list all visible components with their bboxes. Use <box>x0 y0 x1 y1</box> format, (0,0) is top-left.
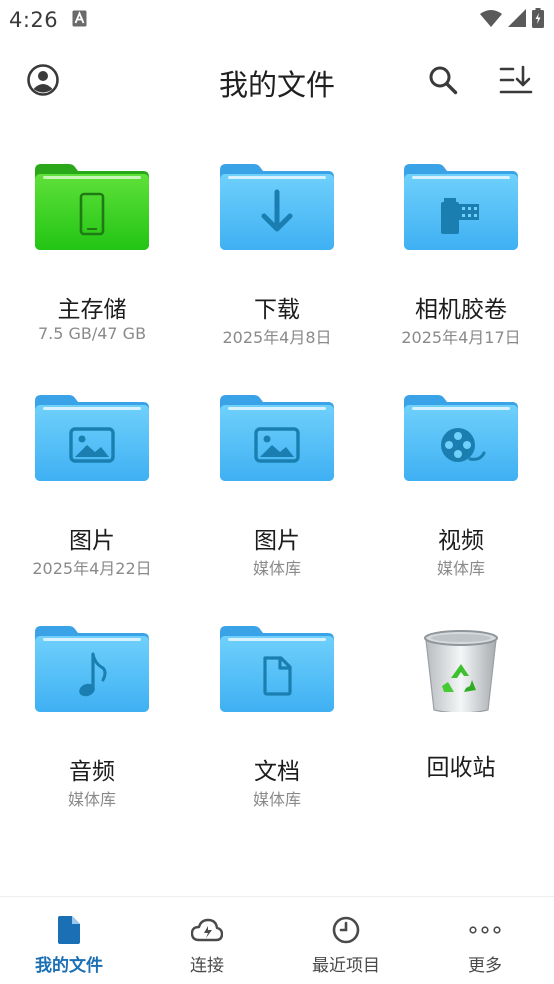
search-button[interactable] <box>423 60 463 100</box>
folder-downloads[interactable]: 下载 2025年4月8日 <box>185 150 369 350</box>
nav-my-files[interactable]: 我的文件 <box>0 897 138 984</box>
folder-name: 图片 <box>69 528 115 554</box>
app-header: 我的文件 <box>0 40 554 120</box>
folder-name: 文档 <box>254 759 300 785</box>
folder-name: 主存储 <box>57 297 127 323</box>
battery-icon <box>532 8 544 28</box>
folder-name: 相机胶卷 <box>415 297 507 323</box>
image-folder-icon <box>35 395 149 481</box>
nav-label: 我的文件 <box>35 956 103 976</box>
folder-subtitle: 2025年4月22日 <box>32 559 152 578</box>
notification-icon <box>72 10 87 31</box>
wifi-icon <box>480 10 502 27</box>
download-folder-icon <box>220 164 334 250</box>
nav-recent[interactable]: 最近项目 <box>277 897 415 984</box>
folder-subtitle: 媒体库 <box>252 559 301 578</box>
sort-icon <box>499 65 533 94</box>
status-bar: 4:26 <box>0 0 554 40</box>
folder-pictures-library[interactable]: 图片 媒体库 <box>185 381 369 581</box>
more-icon <box>465 913 505 947</box>
status-time: 4:26 <box>9 8 59 32</box>
folder-name: 回收站 <box>426 755 496 781</box>
folder-subtitle: 7.5 GB/47 GB <box>37 324 147 343</box>
phone-folder-icon <box>35 164 149 250</box>
file-icon <box>49 913 89 947</box>
signal-icon <box>508 9 526 27</box>
folder-subtitle: 媒体库 <box>67 790 116 809</box>
sort-button[interactable] <box>496 60 536 100</box>
folder-subtitle: 2025年4月17日 <box>401 328 521 347</box>
video-folder-icon <box>404 395 518 481</box>
folder-subtitle: 媒体库 <box>436 559 485 578</box>
folder-audio[interactable]: 音频 媒体库 <box>0 612 184 812</box>
search-icon <box>429 66 458 95</box>
nav-label: 更多 <box>468 956 502 976</box>
status-icons <box>480 8 544 28</box>
folder-name: 下载 <box>254 297 300 323</box>
document-folder-icon <box>220 626 334 712</box>
image-folder-icon <box>220 395 334 481</box>
folder-subtitle: 媒体库 <box>252 790 301 809</box>
music-folder-icon <box>35 626 149 712</box>
folder-pictures[interactable]: 图片 2025年4月22日 <box>0 381 184 581</box>
folder-subtitle: 2025年4月8日 <box>222 328 332 347</box>
camera-roll-folder-icon <box>404 164 518 250</box>
folder-camera-roll[interactable]: 相机胶卷 2025年4月17日 <box>369 150 553 350</box>
folder-videos[interactable]: 视频 媒体库 <box>369 381 553 581</box>
folder-recycle-bin[interactable]: 回收站 <box>369 612 553 812</box>
cloud-icon <box>187 913 227 947</box>
my-files-screen: 4:26 我的文件 主存储 7.5 GB/47 GB 下载 2025年4月8日 … <box>0 0 554 984</box>
recycle-bin-icon <box>424 630 498 712</box>
nav-label: 连接 <box>190 956 224 976</box>
folder-name: 视频 <box>438 528 484 554</box>
clock-icon <box>326 913 366 947</box>
nav-label: 最近项目 <box>312 956 380 976</box>
nav-connect[interactable]: 连接 <box>138 897 276 984</box>
folder-main-storage[interactable]: 主存储 7.5 GB/47 GB <box>0 150 184 350</box>
folder-name: 图片 <box>254 528 300 554</box>
nav-more[interactable]: 更多 <box>416 897 554 984</box>
folder-documents[interactable]: 文档 媒体库 <box>185 612 369 812</box>
bottom-nav: 我的文件 连接 最近项目 更多 <box>0 896 554 984</box>
page-title: 我的文件 <box>218 68 335 102</box>
folder-name: 音频 <box>69 759 115 785</box>
